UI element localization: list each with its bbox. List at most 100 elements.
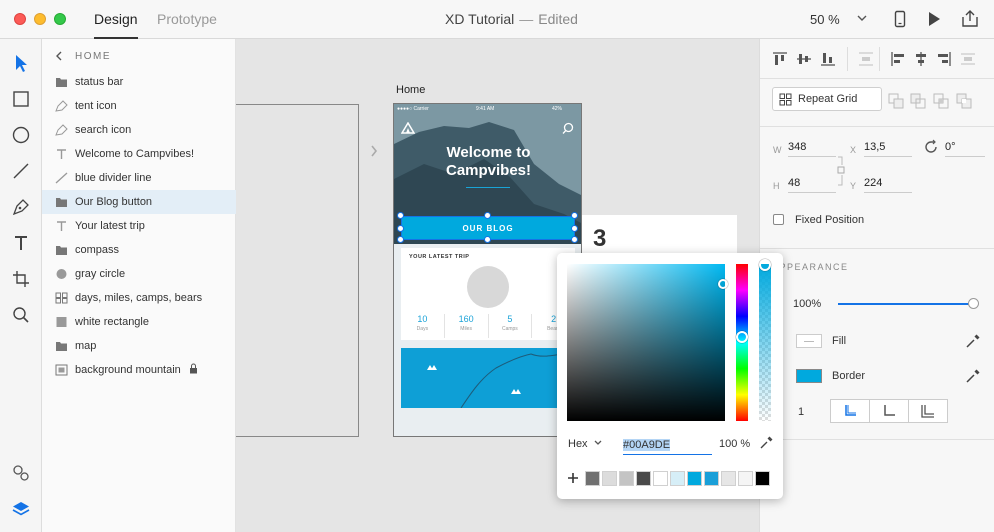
layer-item[interactable]: compass <box>42 238 236 262</box>
minimize-window-button[interactable] <box>34 13 46 25</box>
color-swatch[interactable] <box>755 471 770 486</box>
resize-handle[interactable] <box>397 225 404 232</box>
opacity-slider-handle[interactable] <box>968 298 979 309</box>
resize-handle[interactable] <box>484 212 491 219</box>
boolean-add-icon[interactable] <box>888 93 904 112</box>
hue-handle[interactable] <box>736 331 748 343</box>
border-inside-icon[interactable] <box>831 400 870 422</box>
layer-item[interactable]: status bar <box>42 70 236 94</box>
color-cursor[interactable] <box>718 279 728 289</box>
alpha-slider[interactable] <box>759 264 771 421</box>
align-bottom-icon[interactable] <box>820 51 836 70</box>
boolean-subtract-icon[interactable] <box>910 93 926 112</box>
layer-item[interactable]: blue divider line <box>42 166 236 190</box>
resize-handle[interactable] <box>397 212 404 219</box>
select-tool-icon[interactable] <box>11 53 31 73</box>
pen-tool-icon[interactable] <box>11 197 31 217</box>
border-swatch[interactable] <box>796 369 822 383</box>
distribute-vertical-icon[interactable] <box>858 51 874 70</box>
boolean-intersect-icon[interactable] <box>933 93 949 112</box>
eyedropper-icon[interactable] <box>965 333 981 352</box>
rotation-field[interactable]: 0° <box>945 141 985 157</box>
lock-aspect-icon[interactable] <box>836 155 846 190</box>
x-field[interactable]: 13,5 <box>864 141 912 157</box>
border-width-field[interactable]: 1 <box>798 406 804 418</box>
chevron-down-icon[interactable] <box>856 10 868 29</box>
border-center-icon[interactable] <box>870 400 909 422</box>
layer-item[interactable]: days, miles, camps, bears <box>42 286 236 310</box>
latest-trip-card[interactable]: YOUR LATEST TRIP 10 Days 160 Miles 5 Camps 2 Be… <box>401 248 575 340</box>
layer-item[interactable]: background mountain <box>42 358 236 382</box>
chevron-down-icon[interactable] <box>593 437 603 452</box>
lock-icon[interactable] <box>189 363 198 377</box>
hex-input[interactable]: #00A9DE <box>623 437 712 455</box>
height-field[interactable]: 48 <box>788 177 836 193</box>
alpha-handle[interactable] <box>759 259 771 271</box>
color-swatch[interactable] <box>585 471 600 486</box>
line-tool-icon[interactable] <box>11 161 31 181</box>
color-swatch[interactable] <box>704 471 719 486</box>
zoom-tool-icon[interactable] <box>11 305 31 325</box>
resize-handle[interactable] <box>484 236 491 243</box>
breadcrumb[interactable]: HOME <box>75 51 111 62</box>
tab-prototype[interactable]: Prototype <box>157 11 217 27</box>
color-swatch[interactable] <box>738 471 753 486</box>
chevron-left-icon[interactable] <box>54 50 64 65</box>
fixed-position-checkbox[interactable] <box>773 214 784 225</box>
layer-item[interactable]: map <box>42 334 236 358</box>
artboard-home[interactable]: ●●●●○ Carrier 9:41 AM 42% Welcome to Cam… <box>393 103 582 437</box>
layers-icon[interactable] <box>11 499 31 519</box>
color-swatch[interactable] <box>619 471 634 486</box>
saturation-brightness-area[interactable] <box>567 264 725 421</box>
resize-handle[interactable] <box>571 212 578 219</box>
fill-swatch[interactable] <box>796 334 822 348</box>
eyedropper-icon[interactable] <box>965 368 981 387</box>
color-swatch[interactable] <box>687 471 702 486</box>
artboard-title[interactable]: Home <box>396 84 425 96</box>
opacity-slider[interactable] <box>838 303 974 305</box>
rectangle-tool-icon[interactable] <box>11 89 31 109</box>
y-field[interactable]: 224 <box>864 177 912 193</box>
artboard-previous[interactable] <box>236 104 359 437</box>
play-icon[interactable] <box>924 9 944 29</box>
symbols-icon[interactable] <box>11 463 31 483</box>
layer-item[interactable]: Your latest trip <box>42 214 236 238</box>
color-mode-select[interactable]: Hex <box>568 438 588 450</box>
color-swatch[interactable] <box>653 471 668 486</box>
color-swatch[interactable] <box>636 471 651 486</box>
tab-design[interactable]: Design <box>94 11 138 39</box>
opacity-value[interactable]: 100% <box>793 298 821 310</box>
align-left-icon[interactable] <box>890 51 906 70</box>
color-swatch[interactable] <box>602 471 617 486</box>
ellipse-tool-icon[interactable] <box>11 125 31 145</box>
align-right-icon[interactable] <box>936 51 952 70</box>
share-icon[interactable] <box>960 9 980 29</box>
add-swatch-icon[interactable] <box>567 472 579 487</box>
layer-item[interactable]: tent icon <box>42 94 236 118</box>
repeat-grid-button[interactable]: Repeat Grid <box>772 87 882 111</box>
layer-item[interactable]: search icon <box>42 118 236 142</box>
eyedropper-icon[interactable] <box>759 436 773 453</box>
layer-item[interactable]: gray circle <box>42 262 236 286</box>
device-preview-icon[interactable] <box>890 9 910 29</box>
zoom-window-button[interactable] <box>54 13 66 25</box>
width-field[interactable]: 348 <box>788 141 836 157</box>
artboard-tool-icon[interactable] <box>11 269 31 289</box>
align-center-icon[interactable] <box>913 51 929 70</box>
zoom-level[interactable]: 50 % <box>810 12 840 27</box>
boolean-exclude-icon[interactable] <box>956 93 972 112</box>
resize-handle[interactable] <box>571 236 578 243</box>
close-window-button[interactable] <box>14 13 26 25</box>
distribute-horizontal-icon[interactable] <box>960 51 976 70</box>
border-outside-icon[interactable] <box>909 400 947 422</box>
alpha-value[interactable]: 100 % <box>719 438 750 450</box>
color-swatch[interactable] <box>670 471 685 486</box>
layer-item[interactable]: Welcome to Campvibes! <box>42 142 236 166</box>
layer-item[interactable]: white rectangle <box>42 310 236 334</box>
align-middle-icon[interactable] <box>796 51 812 70</box>
align-top-icon[interactable] <box>772 51 788 70</box>
resize-handle[interactable] <box>397 236 404 243</box>
layer-item[interactable]: Our Blog button <box>42 190 236 214</box>
map[interactable] <box>401 348 576 409</box>
resize-handle[interactable] <box>571 225 578 232</box>
